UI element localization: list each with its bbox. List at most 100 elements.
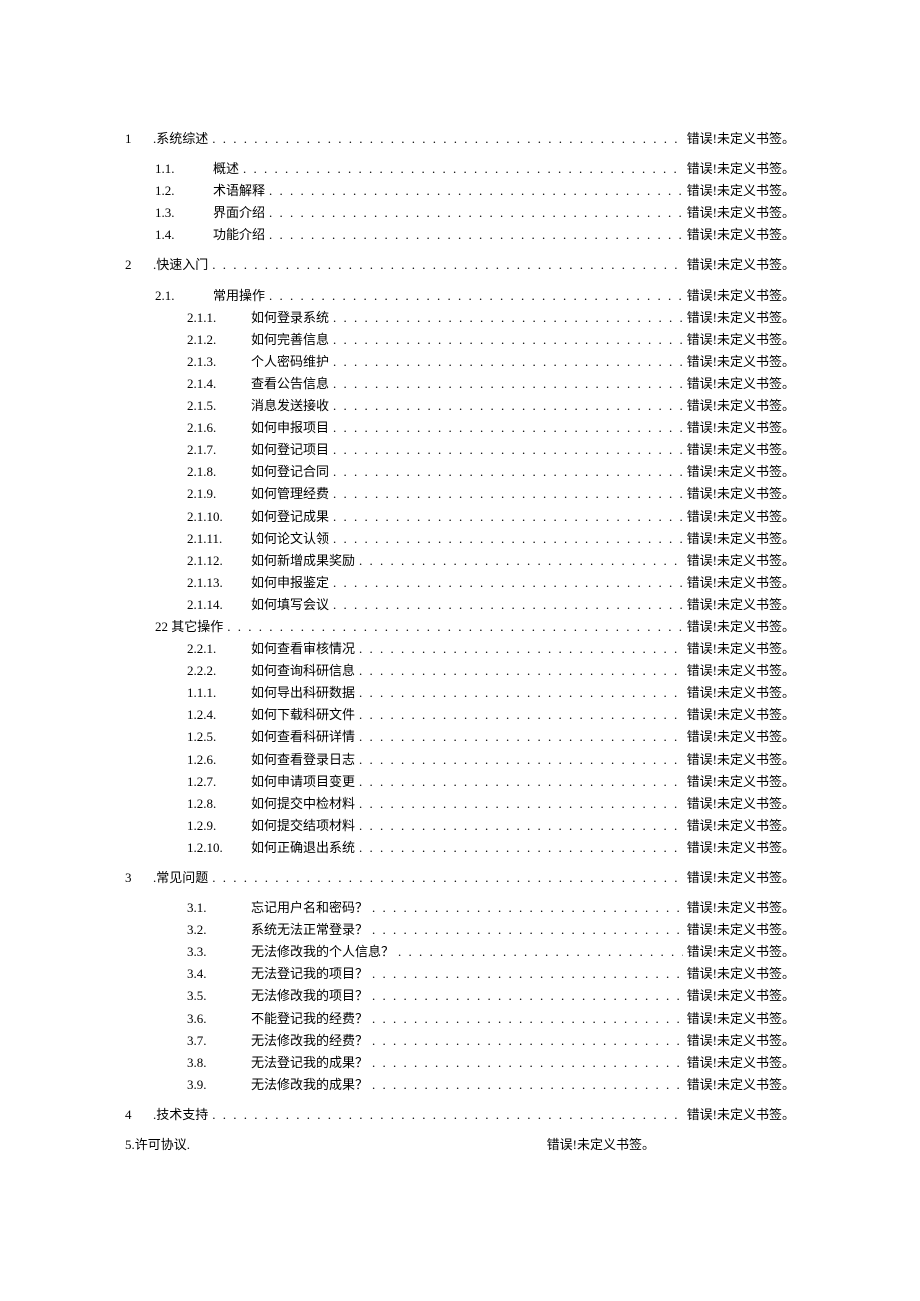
- toc-entry-page: 错误!未定义书签。: [683, 594, 795, 616]
- toc-entry-page: 错误!未定义书签。: [683, 395, 795, 417]
- toc-entry-number: 2.1.3.: [187, 351, 251, 373]
- toc-leader-dots: [243, 158, 683, 180]
- toc-special-right: 错误!未定义书签。: [547, 1134, 795, 1156]
- toc-entry-title: 无法修改我的个人信息？: [251, 941, 398, 963]
- toc-entry[interactable]: 2.1.11.如何论文认领 错误!未定义书签。: [125, 528, 795, 550]
- toc-entry[interactable]: 3.5.无法修改我的项目？ 错误!未定义书签。: [125, 985, 795, 1007]
- toc-entry[interactable]: 1.系统综述 错误!未定义书签。: [125, 128, 795, 150]
- toc-leader-dots: [333, 528, 683, 550]
- toc-entry[interactable]: 22 其它操作 错误!未定义书签。: [125, 616, 795, 638]
- toc-entry-title: 如何正确退出系统: [251, 837, 359, 859]
- toc-leader-dots: [359, 815, 683, 837]
- toc-entry[interactable]: 3.2.系统无法正常登录？ 错误!未定义书签。: [125, 919, 795, 941]
- toc-entry-page: 错误!未定义书签。: [683, 867, 795, 889]
- toc-entry-page: 错误!未定义书签。: [683, 550, 795, 572]
- toc-entry-page: 错误!未定义书签。: [683, 704, 795, 726]
- toc-entry[interactable]: 1.1.1.如何导出科研数据 错误!未定义书签。: [125, 682, 795, 704]
- toc-entry-number: 2.1.4.: [187, 373, 251, 395]
- toc-entry[interactable]: 3.7.无法修改我的经费？ 错误!未定义书签。: [125, 1030, 795, 1052]
- toc-entry[interactable]: 2.快速入门 错误!未定义书签。: [125, 254, 795, 276]
- toc-leader-dots: [372, 919, 683, 941]
- toc-entry-page: 错误!未定义书签。: [683, 254, 795, 276]
- toc-entry-title: .系统综述: [153, 128, 212, 150]
- toc-entry[interactable]: 2.1.1.如何登录系统 错误!未定义书签。: [125, 307, 795, 329]
- toc-entry-page: 错误!未定义书签。: [683, 373, 795, 395]
- toc-entry[interactable]: 1.2.5.如何查看科研详情 错误!未定义书签。: [125, 726, 795, 748]
- toc-entry[interactable]: 2.1.10.如何登记成果 错误!未定义书签。: [125, 506, 795, 528]
- toc-entry[interactable]: 3.6.不能登记我的经费？ 错误!未定义书签。: [125, 1008, 795, 1030]
- toc-entry[interactable]: 3.4.无法登记我的项目？ 错误!未定义书签。: [125, 963, 795, 985]
- toc-entry-page: 错误!未定义书签。: [683, 749, 795, 771]
- toc-entry-title: 如何登记合同: [251, 461, 333, 483]
- toc-entry[interactable]: 2.1.5.消息发送接收 错误!未定义书签。: [125, 395, 795, 417]
- toc-entry-title: 无法修改我的成果？: [251, 1074, 372, 1096]
- toc-entry[interactable]: 2.1.7.如何登记项目 错误!未定义书签。: [125, 439, 795, 461]
- toc-entry[interactable]: 3.8.无法登记我的成果？ 错误!未定义书签。: [125, 1052, 795, 1074]
- toc-entry-title: 如何申请项目变更: [251, 771, 359, 793]
- toc-entry-page: 错误!未定义书签。: [683, 616, 795, 638]
- toc-entry[interactable]: 1.2.9.如何提交结项材料 错误!未定义书签。: [125, 815, 795, 837]
- toc-entry[interactable]: 2.1.9.如何管理经费 错误!未定义书签。: [125, 483, 795, 505]
- toc-entry[interactable]: 1.2.术语解释 错误!未定义书签。: [125, 180, 795, 202]
- toc-leader-dots: [212, 867, 682, 889]
- toc-entry[interactable]: 2.1.6.如何申报项目 错误!未定义书签。: [125, 417, 795, 439]
- toc-entry-number: 2.1.: [155, 285, 213, 307]
- toc-entry-title: 系统无法正常登录？: [251, 919, 372, 941]
- toc-leader-dots: [269, 285, 683, 307]
- toc-entry[interactable]: 2.2.1.如何查看审核情况 错误!未定义书签。: [125, 638, 795, 660]
- toc-entry-number: 2.1.2.: [187, 329, 251, 351]
- toc-entry[interactable]: 1.1.概述 错误!未定义书签。: [125, 158, 795, 180]
- toc-entry[interactable]: 2.1.常用操作 错误!未定义书签。: [125, 285, 795, 307]
- toc-entry[interactable]: 1.2.4.如何下载科研文件 错误!未定义书签。: [125, 704, 795, 726]
- toc-entry[interactable]: 3.常见问题 错误!未定义书签。: [125, 867, 795, 889]
- toc-leader-dots: [269, 202, 683, 224]
- toc-entry-number: 1.2.10.: [187, 837, 251, 859]
- toc-entry[interactable]: 2.1.8.如何登记合同 错误!未定义书签。: [125, 461, 795, 483]
- toc-entry-number: 2.1.10.: [187, 506, 251, 528]
- toc-entry[interactable]: 2.2.2.如何查询科研信息 错误!未定义书签。: [125, 660, 795, 682]
- toc-entry[interactable]: 2.1.4.查看公告信息 错误!未定义书签。: [125, 373, 795, 395]
- toc-entry[interactable]: 3.1.忘记用户名和密码？ 错误!未定义书签。: [125, 897, 795, 919]
- toc-entry-page: 错误!未定义书签。: [683, 506, 795, 528]
- toc-entry[interactable]: 2.1.2.如何完善信息 错误!未定义书签。: [125, 329, 795, 351]
- toc-entry[interactable]: 1.2.10.如何正确退出系统 错误!未定义书签。: [125, 837, 795, 859]
- toc-entry-page: 错误!未定义书签。: [683, 128, 795, 150]
- toc-entry-page: 错误!未定义书签。: [683, 638, 795, 660]
- toc-leader-dots: [372, 1052, 683, 1074]
- toc-entry-title: 如何论文认领: [251, 528, 333, 550]
- toc-entry-number: 2: [125, 254, 153, 276]
- toc-entry-number: 3.2.: [187, 919, 251, 941]
- toc-entry-number: 3.5.: [187, 985, 251, 1007]
- toc-entry[interactable]: 1.2.6.如何查看登录日志 错误!未定义书签。: [125, 749, 795, 771]
- toc-entry[interactable]: 4.技术支持 错误!未定义书签。: [125, 1104, 795, 1126]
- toc-entry[interactable]: 1.2.8.如何提交中检材料 错误!未定义书签。: [125, 793, 795, 815]
- toc-entry-number: 2.1.1.: [187, 307, 251, 329]
- toc-entry-title: .快速入门: [153, 254, 212, 276]
- toc-entry-title: 如何新增成果奖励: [251, 550, 359, 572]
- toc-entry-page: 错误!未定义书签。: [683, 417, 795, 439]
- toc-leader-dots: [212, 128, 682, 150]
- toc-entry[interactable]: 1.2.7.如何申请项目变更 错误!未定义书签。: [125, 771, 795, 793]
- toc-entry-title: 如何导出科研数据: [251, 682, 359, 704]
- toc-entry-title: 如何查看科研详情: [251, 726, 359, 748]
- toc-entry[interactable]: 2.1.12.如何新增成果奖励 错误!未定义书签。: [125, 550, 795, 572]
- toc-entry-title: 如何登记成果: [251, 506, 333, 528]
- toc-entry[interactable]: 3.3.无法修改我的个人信息？ 错误!未定义书签。: [125, 941, 795, 963]
- toc-entry-title: 如何管理经费: [251, 483, 333, 505]
- toc-entry-title: 如何登录系统: [251, 307, 333, 329]
- toc-entry-number: 3: [125, 867, 153, 889]
- toc-entry-page: 错误!未定义书签。: [683, 158, 795, 180]
- toc-entry[interactable]: 1.3.界面介绍 错误!未定义书签。: [125, 202, 795, 224]
- toc-entry[interactable]: 2.1.14.如何填写会议 错误!未定义书签。: [125, 594, 795, 616]
- toc-entry-special: 5.许可协议. 错误!未定义书签。: [125, 1134, 795, 1156]
- toc-entry-page: 错误!未定义书签。: [683, 985, 795, 1007]
- toc-entry[interactable]: 1.4.功能介绍 错误!未定义书签。: [125, 224, 795, 246]
- toc-leader-dots: [333, 572, 683, 594]
- toc-entry-page: 错误!未定义书签。: [683, 307, 795, 329]
- toc-entry-title: 无法修改我的项目？: [251, 985, 372, 1007]
- toc-entry-page: 错误!未定义书签。: [683, 528, 795, 550]
- toc-entry[interactable]: 2.1.13.如何申报鉴定 错误!未定义书签。: [125, 572, 795, 594]
- toc-entry[interactable]: 3.9.无法修改我的成果？ 错误!未定义书签。: [125, 1074, 795, 1096]
- toc-entry[interactable]: 2.1.3.个人密码维护 错误!未定义书签。: [125, 351, 795, 373]
- toc-leader-dots: [372, 985, 683, 1007]
